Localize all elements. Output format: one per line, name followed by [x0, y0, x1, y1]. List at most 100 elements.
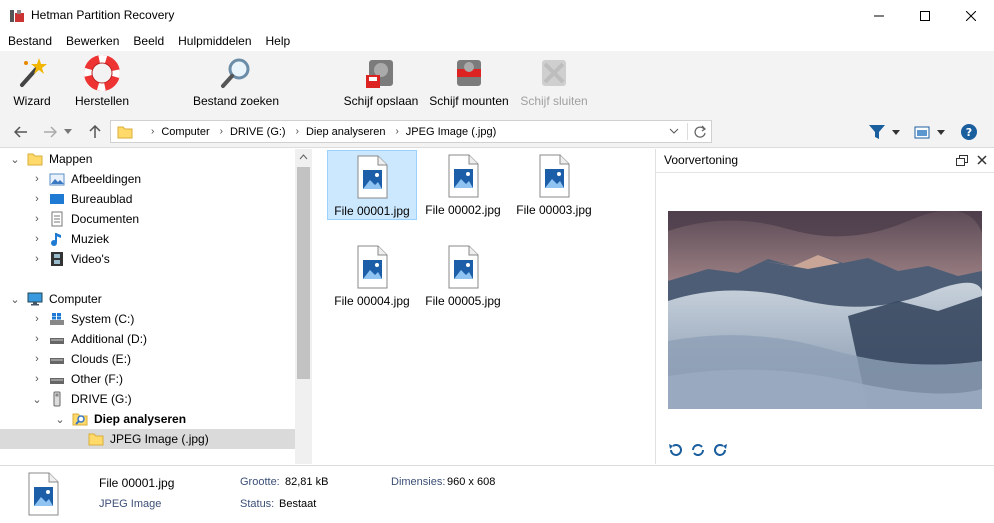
chevron-right-icon[interactable]: ›: [30, 253, 44, 265]
toolbar: Wizard Herstellen Bestand zoeken Schijf …: [0, 51, 994, 116]
file-item[interactable]: File 00002.jpg: [418, 150, 508, 220]
help-button[interactable]: ?: [960, 123, 978, 141]
minimize-button[interactable]: [856, 0, 902, 31]
chevron-right-icon[interactable]: ›: [30, 313, 44, 325]
breadcrumb-computer[interactable]: Computer: [161, 126, 209, 138]
menu-beeld[interactable]: Beeld: [125, 31, 170, 51]
tree-label: Computer: [49, 292, 102, 306]
up-button[interactable]: [84, 122, 106, 142]
breadcrumb-drive[interactable]: DRIVE (G:): [230, 126, 286, 138]
chevron-right-icon[interactable]: ›: [30, 373, 44, 385]
breadcrumb-jpeg[interactable]: JPEG Image (.jpg): [406, 126, 496, 138]
chevron-down-icon[interactable]: [669, 128, 679, 135]
folder-icon: [27, 153, 43, 166]
drive-icon: [50, 358, 64, 364]
menu-bewerken[interactable]: Bewerken: [58, 31, 125, 51]
file-item[interactable]: File 00001.jpg: [327, 150, 417, 220]
view-mode-button[interactable]: [914, 123, 952, 141]
chevron-right-icon[interactable]: ›: [30, 173, 44, 185]
navigation-bar: › Computer › DRIVE (G:) › Diep analysere…: [0, 116, 994, 148]
search-folder-icon: [72, 413, 88, 426]
image-file-icon: [28, 472, 59, 516]
mount-disk-label: Schijf mounten: [429, 94, 509, 108]
chevron-right-icon[interactable]: ›: [30, 233, 44, 245]
chevron-right-icon[interactable]: ›: [30, 353, 44, 365]
file-name: File 00001.jpg: [334, 204, 410, 218]
restore-button[interactable]: Herstellen: [70, 55, 134, 113]
save-disk-label: Schijf opslaan: [343, 94, 419, 108]
history-dropdown[interactable]: [62, 122, 74, 142]
wizard-button[interactable]: Wizard: [8, 55, 56, 113]
scroll-up-icon[interactable]: [295, 149, 312, 166]
tree-item-music[interactable]: › Muziek: [30, 229, 325, 249]
arrow-up-icon: [89, 125, 101, 138]
minimize-icon: [874, 15, 884, 16]
rotate-left-icon[interactable]: [668, 443, 682, 457]
close-disk-label: Schijf sluiten: [520, 94, 588, 108]
rotate-right-icon[interactable]: [714, 443, 728, 457]
mount-disk-icon: [457, 60, 481, 86]
close-icon[interactable]: [977, 155, 987, 165]
maximize-icon: [920, 10, 930, 21]
app-logo-icon: [10, 10, 24, 22]
tree-item-drive-e[interactable]: › Clouds (E:): [30, 349, 325, 369]
tree-item-folders[interactable]: ⌄ Mappen: [8, 149, 303, 169]
chevron-right-icon[interactable]: ›: [30, 213, 44, 225]
tree-item-desktop[interactable]: › Bureaublad: [30, 189, 325, 209]
chevron-down-icon[interactable]: ⌄: [53, 413, 67, 426]
chevron-down-icon[interactable]: ⌄: [8, 153, 22, 166]
chevron-down-icon[interactable]: ⌄: [30, 393, 44, 406]
selected-file-name: File 00001.jpg: [99, 476, 175, 490]
tree-item-computer[interactable]: ⌄ Computer: [8, 289, 303, 309]
tree-label: Other (F:): [71, 372, 124, 386]
save-disk-button[interactable]: Schijf opslaan: [342, 55, 420, 113]
undock-icon[interactable]: [956, 155, 968, 167]
close-disk-button[interactable]: Schijf sluiten: [516, 55, 592, 113]
chevron-right-icon[interactable]: ›: [30, 333, 44, 345]
filter-icon: [869, 125, 885, 139]
tree-item-videos[interactable]: › Video's: [30, 249, 325, 269]
address-bar[interactable]: › Computer › DRIVE (G:) › Diep analysere…: [110, 120, 712, 143]
menu-hulpmiddelen[interactable]: Hulpmiddelen: [170, 31, 257, 51]
find-file-button[interactable]: Bestand zoeken: [190, 55, 282, 113]
tree-label: Bureaublad: [71, 192, 133, 206]
file-item[interactable]: File 00005.jpg: [418, 241, 508, 311]
file-item[interactable]: File 00004.jpg: [327, 241, 417, 311]
breadcrumb-deep-scan[interactable]: Diep analyseren: [306, 126, 386, 138]
desktop-folder-icon: [50, 194, 64, 204]
tree-label: Documenten: [71, 212, 140, 226]
tree-item-drive-f[interactable]: › Other (F:): [30, 369, 325, 389]
close-disk-icon: [542, 60, 566, 86]
tree-item-pictures[interactable]: › Afbeeldingen: [30, 169, 325, 189]
tree-label: Mappen: [49, 152, 93, 166]
menu-help[interactable]: Help: [258, 31, 297, 51]
close-button[interactable]: [948, 0, 994, 31]
maximize-button[interactable]: [902, 0, 948, 31]
tree-item-jpeg[interactable]: JPEG Image (.jpg): [0, 429, 295, 449]
preview-header: Voorvertoning: [656, 149, 994, 173]
refresh-icon[interactable]: [693, 125, 707, 139]
usb-drive-icon: [53, 391, 61, 407]
tree-scrollbar-thumb[interactable]: [297, 167, 310, 379]
help-icon: ?: [961, 124, 977, 140]
chevron-down-icon: [64, 129, 72, 134]
breadcrumb-separator: ›: [219, 126, 223, 137]
mount-disk-button[interactable]: Schijf mounten: [426, 55, 512, 113]
tree-label: System (C:): [71, 312, 135, 326]
tree-item-drive-d[interactable]: › Additional (D:): [30, 329, 325, 349]
filter-button[interactable]: [868, 123, 906, 141]
tree-item-drive-c[interactable]: › System (C:): [30, 309, 325, 329]
chevron-down-icon[interactable]: ⌄: [8, 293, 22, 306]
tree-item-documents[interactable]: › Documenten: [30, 209, 325, 229]
image-file-icon: [357, 245, 388, 289]
chevron-down-icon: [892, 129, 900, 135]
rotate-both-icon[interactable]: [690, 443, 706, 457]
forward-button[interactable]: [39, 122, 61, 142]
tree-item-drive-g[interactable]: ⌄ DRIVE (G:): [30, 389, 325, 409]
file-item[interactable]: File 00003.jpg: [509, 150, 599, 220]
chevron-right-icon[interactable]: ›: [30, 193, 44, 205]
size-label: Grootte:: [240, 476, 280, 488]
drive-icon: [50, 338, 64, 344]
menu-bestand[interactable]: Bestand: [0, 31, 58, 51]
back-button[interactable]: [10, 122, 32, 142]
